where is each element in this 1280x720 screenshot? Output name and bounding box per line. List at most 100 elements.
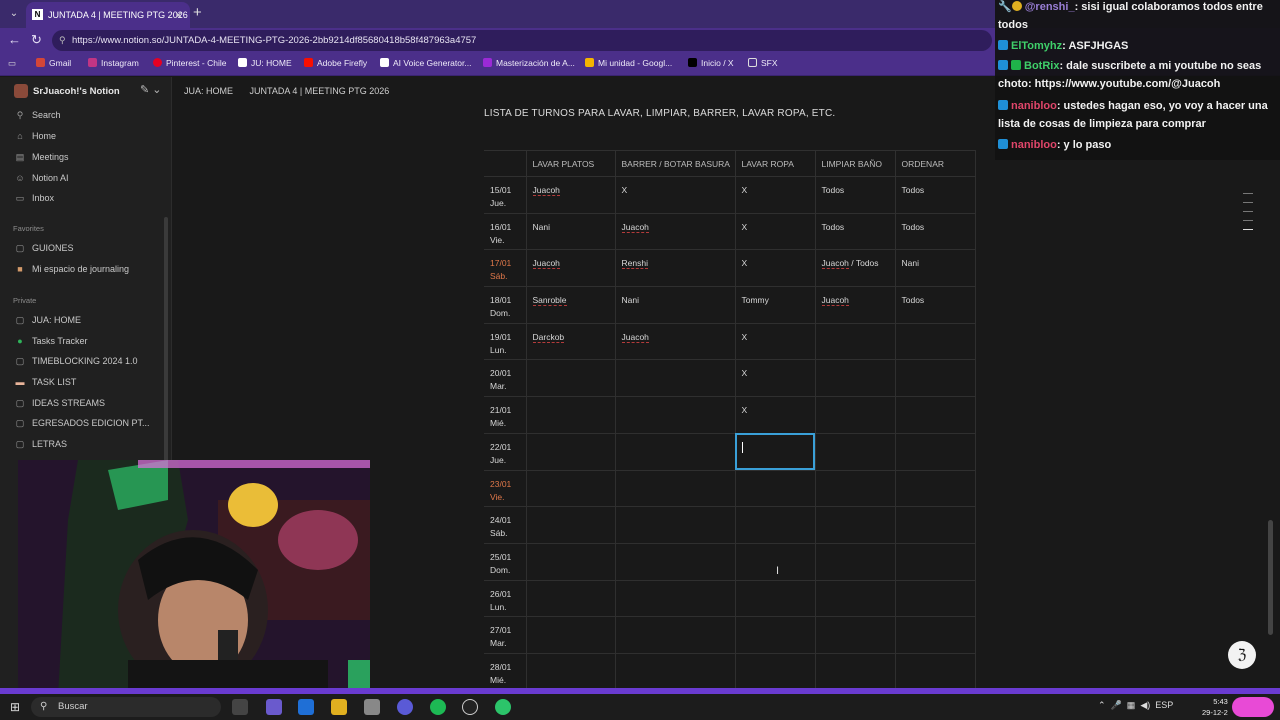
table-cell[interactable]: Sanroble bbox=[525, 286, 615, 324]
date-cell[interactable]: 21/01 Mié. bbox=[484, 396, 526, 434]
table-cell[interactable]: Darckob bbox=[525, 323, 615, 361]
sidebar-toggle-icon[interactable]: ▭ bbox=[8, 58, 16, 69]
column-header[interactable] bbox=[484, 150, 526, 177]
table-cell[interactable]: Todos bbox=[814, 213, 895, 251]
table-cell[interactable] bbox=[894, 506, 976, 544]
sidebar-item-journaling[interactable]: ■ Mi espacio de journaling bbox=[14, 264, 129, 274]
discord-icon[interactable] bbox=[397, 699, 413, 715]
table-cell[interactable] bbox=[814, 359, 895, 398]
breadcrumb-item[interactable]: JUNTADA 4 | MEETING PTG 2026 bbox=[250, 86, 390, 96]
date-cell[interactable]: 19/01 Lun. bbox=[484, 323, 526, 361]
table-cell[interactable] bbox=[734, 470, 815, 508]
table-cell[interactable] bbox=[814, 396, 895, 434]
bookmark-sfx[interactable]: SFX bbox=[748, 58, 778, 68]
system-tray[interactable]: ⌃ 🎤 ▦ ◀) ESP bbox=[1098, 700, 1173, 711]
tab-notion[interactable]: N JUNTADA 4 | MEETING PTG 2026 × bbox=[26, 2, 190, 28]
sidebar-item-home[interactable]: ⌂ Home bbox=[14, 131, 56, 141]
table-cell[interactable]: Juacoh bbox=[814, 286, 895, 324]
reload-icon[interactable]: ↻ bbox=[31, 32, 42, 48]
table-cell[interactable] bbox=[894, 359, 976, 398]
address-bar[interactable]: ⚲ https://www.notion.so/JUNTADA-4-MEETIN… bbox=[52, 30, 992, 51]
new-page-icon[interactable]: ✎ ⌄ bbox=[140, 83, 162, 96]
page-heading[interactable]: LISTA DE TURNOS PARA LAVAR, LIMPIAR, BAR… bbox=[484, 108, 835, 119]
table-cell[interactable] bbox=[734, 653, 815, 691]
table-cell[interactable] bbox=[734, 506, 815, 544]
table-cell[interactable]: Nani bbox=[525, 213, 615, 251]
table-cell[interactable]: Tommy bbox=[734, 286, 815, 324]
date-cell[interactable]: 26/01 Lun. bbox=[484, 580, 526, 618]
network-icon[interactable]: ▦ bbox=[1127, 700, 1136, 710]
table-cell[interactable] bbox=[894, 433, 976, 471]
new-tab-icon[interactable]: + bbox=[193, 4, 202, 21]
table-cell[interactable]: X bbox=[734, 249, 815, 288]
table-cell[interactable] bbox=[525, 359, 615, 398]
table-cell[interactable] bbox=[525, 396, 615, 434]
table-cell[interactable] bbox=[814, 580, 895, 618]
close-icon[interactable]: × bbox=[175, 8, 182, 22]
tab-search-icon[interactable]: ⌄ bbox=[6, 6, 22, 22]
obs-icon[interactable] bbox=[462, 699, 478, 715]
table-cell[interactable] bbox=[614, 543, 735, 581]
bookmark-firefly[interactable]: Adobe Firefly bbox=[304, 58, 367, 68]
table-cell[interactable] bbox=[814, 323, 895, 361]
table-cell[interactable] bbox=[614, 396, 735, 434]
site-info-icon[interactable]: ⚲ bbox=[59, 35, 66, 46]
column-header[interactable]: LAVAR ROPA bbox=[734, 150, 815, 177]
clock[interactable]: 5:43 29-12-2 bbox=[1202, 696, 1228, 718]
table-cell[interactable]: X bbox=[734, 323, 815, 361]
table-cell[interactable] bbox=[734, 616, 815, 654]
table-cell[interactable] bbox=[614, 470, 735, 508]
language-indicator[interactable]: ESP bbox=[1155, 700, 1173, 710]
table-cell[interactable]: X bbox=[734, 359, 815, 398]
workspace-name[interactable]: SrJuacoh!'s Notion bbox=[33, 86, 120, 97]
table-cell[interactable] bbox=[525, 616, 615, 654]
table-cell[interactable] bbox=[814, 543, 895, 581]
chrome-icon[interactable] bbox=[495, 699, 511, 715]
date-cell[interactable]: 16/01 Vie. bbox=[484, 213, 526, 251]
bookmark-ju-home[interactable]: JU: HOME bbox=[238, 58, 292, 68]
taskbar-search[interactable]: ⚲ Buscar bbox=[31, 697, 221, 717]
sidebar-item-search[interactable]: ⚲ Search bbox=[14, 110, 61, 121]
bookmark-voice[interactable]: AI Voice Generator... bbox=[380, 58, 471, 68]
mic-icon[interactable]: 🎤 bbox=[1111, 700, 1122, 710]
table-cell[interactable] bbox=[814, 653, 895, 691]
file-explorer-icon[interactable] bbox=[331, 699, 347, 715]
table-cell[interactable]: Juacoh bbox=[614, 213, 735, 251]
bookmark-instagram[interactable]: Instagram bbox=[88, 58, 139, 68]
table-cell[interactable]: Todos bbox=[894, 176, 976, 214]
notion-ai-face-icon[interactable]: ℨ bbox=[1228, 641, 1256, 669]
table-of-contents-indicator[interactable] bbox=[1243, 193, 1253, 238]
table-cell[interactable]: Juacoh bbox=[525, 249, 615, 288]
date-cell[interactable]: 27/01 Mar. bbox=[484, 616, 526, 654]
sidebar-item-guiones[interactable]: ▢ GUIONES bbox=[14, 243, 74, 254]
table-cell[interactable] bbox=[614, 580, 735, 618]
date-cell[interactable]: 22/01 Jue. bbox=[484, 433, 526, 471]
table-cell[interactable] bbox=[894, 580, 976, 618]
column-header[interactable]: BARRER / BOTAR BASURA bbox=[614, 150, 735, 177]
table-cell[interactable] bbox=[814, 506, 895, 544]
table-cell[interactable] bbox=[814, 433, 895, 471]
table-cell[interactable]: Todos bbox=[894, 213, 976, 251]
bookmark-drive[interactable]: Mi unidad - Googl... bbox=[585, 58, 672, 68]
table-cell[interactable] bbox=[525, 506, 615, 544]
date-cell[interactable]: 23/01 Vie. bbox=[484, 470, 526, 508]
table-cell[interactable]: Juacoh / Todos bbox=[814, 249, 895, 288]
sidebar-item-letras[interactable]: ▢ LETRAS bbox=[14, 439, 67, 450]
table-cell[interactable] bbox=[894, 323, 976, 361]
bookmark-gmail[interactable]: Gmail bbox=[36, 58, 71, 68]
task-view-icon[interactable] bbox=[232, 699, 248, 715]
date-cell[interactable]: 25/01 Dom. bbox=[484, 543, 526, 581]
table-cell[interactable] bbox=[894, 653, 976, 691]
table-cell[interactable] bbox=[894, 396, 976, 434]
table-cell[interactable] bbox=[734, 543, 815, 581]
chevron-up-icon[interactable]: ⌃ bbox=[1098, 700, 1106, 710]
sidebar-item-timeblocking[interactable]: ▢ TIMEBLOCKING 2024 1.0 bbox=[14, 356, 138, 367]
table-cell[interactable] bbox=[814, 616, 895, 654]
column-header[interactable]: ORDENAR bbox=[894, 150, 976, 177]
back-icon[interactable]: ← bbox=[8, 32, 21, 47]
table-cell[interactable] bbox=[614, 616, 735, 654]
table-cell[interactable]: Todos bbox=[894, 286, 976, 324]
bookmark-pinterest[interactable]: Pinterest - Chile bbox=[153, 58, 226, 68]
sidebar-item-ideas-streams[interactable]: ▢ IDEAS STREAMS bbox=[14, 398, 105, 409]
table-cell[interactable]: Juacoh bbox=[614, 323, 735, 361]
